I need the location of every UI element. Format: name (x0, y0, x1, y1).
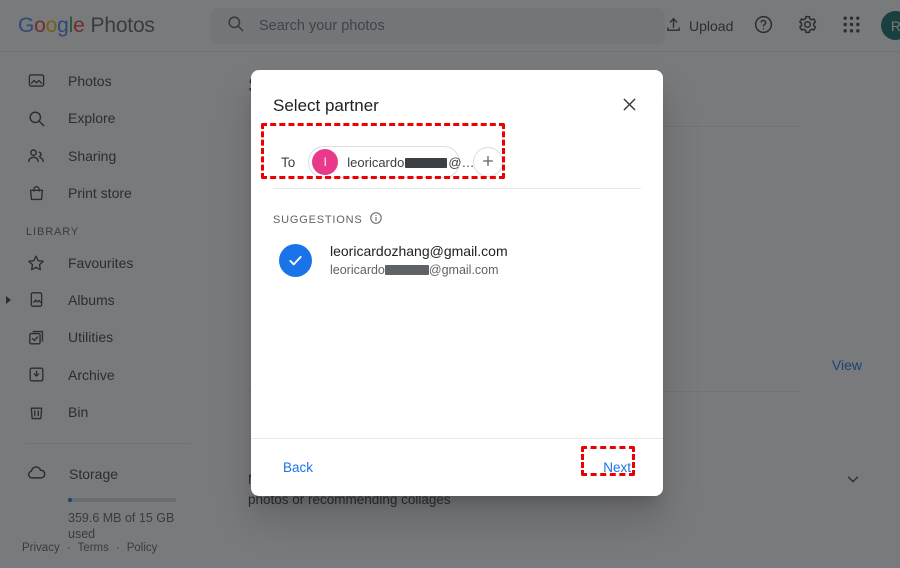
to-label: To (281, 154, 296, 170)
dialog-footer: Back Next (251, 438, 663, 496)
next-button[interactable]: Next (593, 452, 641, 483)
chip-avatar: l (312, 149, 339, 175)
dialog-title: Select partner (273, 96, 379, 115)
suggestion-primary: leoricardozhang@gmail.com (330, 243, 508, 259)
add-partner-button[interactable] (473, 147, 504, 177)
close-icon (620, 95, 639, 117)
suggestion-secondary: leoricardo @gmail.com (330, 261, 508, 279)
to-row[interactable]: To l leoricardo @… (273, 140, 641, 188)
redaction-bar (384, 265, 429, 275)
chip-email-after: @… (448, 154, 475, 170)
footer-right: Next (581, 446, 641, 483)
list-item[interactable]: leoricardozhang@gmail.com leoricardo @gma… (273, 242, 641, 279)
suggestion-secondary-after: @gmail.com (428, 263, 499, 277)
app-root: Google Photos Uplo (0, 0, 900, 568)
close-button[interactable] (617, 94, 641, 118)
chip-email-before: leoricardo (347, 154, 405, 170)
back-button[interactable]: Back (273, 452, 323, 483)
select-partner-dialog: Select partner To l leoricardo @… SUGGES… (251, 70, 663, 496)
chip-avatar-initial: l (323, 155, 327, 169)
dialog-header: Select partner (251, 70, 663, 118)
suggestions-label: Suggestions (273, 213, 363, 226)
chip-email: leoricardo @… (347, 155, 474, 170)
info-icon[interactable] (369, 211, 383, 228)
to-field-area: To l leoricardo @… (261, 123, 641, 188)
redaction-bar (405, 157, 448, 168)
suggestions-list: leoricardozhang@gmail.com leoricardo @gma… (251, 228, 663, 438)
partner-chip[interactable]: l leoricardo @… (308, 146, 475, 178)
suggestion-secondary-before: leoricardo (330, 263, 385, 277)
suggestions-header: Suggestions (251, 189, 663, 228)
suggestion-text: leoricardozhang@gmail.com leoricardo @gma… (330, 242, 508, 279)
plus-icon (480, 153, 496, 172)
check-circle-icon[interactable] (279, 244, 312, 277)
